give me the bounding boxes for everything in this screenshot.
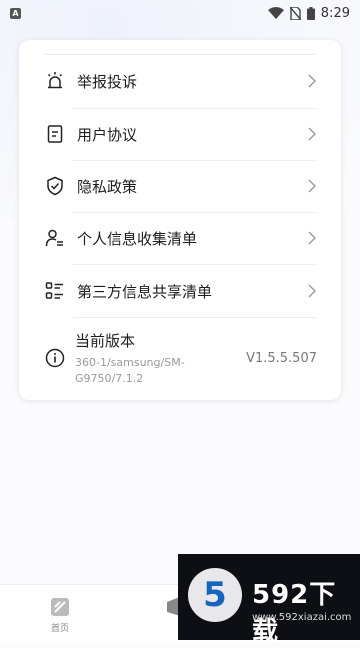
settings-card: 举报投诉 用户协议 隐私政策 个人信息收集清单 第三方信息共享清单 当前版本 3… (19, 40, 341, 400)
menu-item-label: 用户协议 (77, 125, 138, 144)
menu-item-report[interactable]: 举报投诉 (19, 55, 341, 107)
no-sim-icon (289, 6, 301, 20)
menu-item-label: 个人信息收集清单 (77, 229, 198, 248)
battery-icon (306, 6, 315, 20)
wifi-icon (267, 7, 284, 19)
menu-item-privacy-policy[interactable]: 隐私政策 (19, 160, 341, 212)
document-icon (47, 125, 63, 143)
alarm-icon (47, 72, 63, 89)
version-row: 当前版本 360-1/samsung/SM-G9750/7.1.2 V1.5.5… (19, 323, 341, 393)
watermark-url: www.592xiazai.com (252, 612, 352, 623)
menu-item-label: 隐私政策 (77, 177, 138, 196)
version-detail: 360-1/samsung/SM-G9750/7.1.2 (75, 355, 185, 385)
chevron-right-icon (308, 231, 316, 245)
info-icon (45, 348, 65, 368)
status-bar: A 8:29 (0, 0, 360, 26)
chevron-right-icon (308, 127, 316, 141)
menu-item-label: 第三方信息共享清单 (77, 282, 213, 301)
shield-icon (47, 176, 63, 196)
clock: 8:29 (320, 5, 350, 21)
tab-home-label: 首页 (50, 624, 69, 634)
menu-item-third-party-list[interactable]: 第三方信息共享清单 (19, 265, 341, 317)
version-number: V1.5.5.507 (246, 350, 317, 366)
list-icon (45, 282, 63, 299)
tab-home[interactable]: 首页 (42, 597, 78, 634)
user-list-icon (45, 229, 63, 247)
chevron-right-icon (308, 284, 316, 298)
menu-item-user-agreement[interactable]: 用户协议 (19, 108, 341, 160)
chevron-right-icon (308, 74, 316, 88)
notification-icon: A (10, 7, 21, 19)
chevron-right-icon (308, 179, 316, 193)
menu-item-label: 举报投诉 (77, 72, 138, 91)
watermark-brand: 592下载 (252, 580, 337, 647)
divider (73, 317, 317, 318)
home-icon (51, 598, 69, 616)
watermark-logo: 5 (188, 568, 242, 622)
menu-item-personal-info-list[interactable]: 个人信息收集清单 (19, 212, 341, 264)
version-title: 当前版本 (75, 331, 136, 350)
watermark-overlay: 5 592下载 www.592xiazai.com (178, 554, 360, 647)
